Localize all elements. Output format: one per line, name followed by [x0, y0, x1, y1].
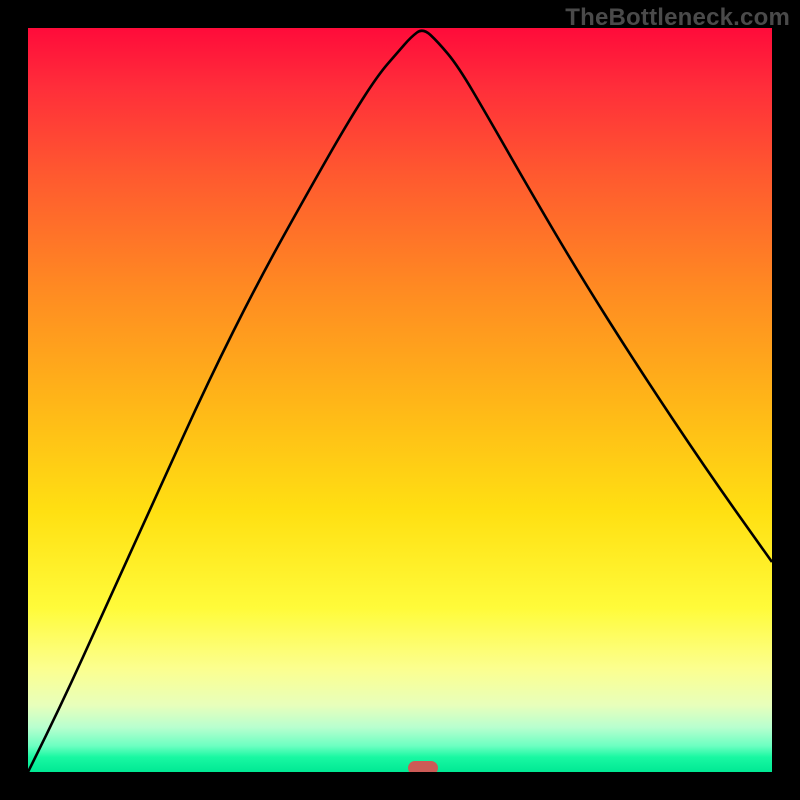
plot-area: [28, 28, 772, 772]
optimum-marker: [408, 761, 438, 772]
chart-frame: TheBottleneck.com: [0, 0, 800, 800]
watermark-text: TheBottleneck.com: [565, 4, 790, 32]
bottleneck-curve: [28, 28, 772, 772]
curve-path: [28, 31, 772, 772]
